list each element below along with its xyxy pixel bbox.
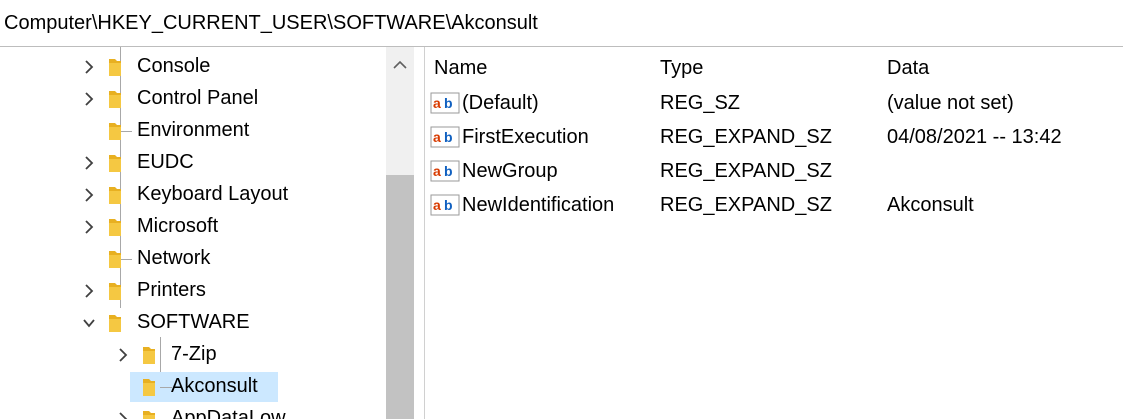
tree-item[interactable]: Akconsult [0,371,380,403]
svg-text:a: a [433,163,441,179]
value-row[interactable]: a b NewIdentification REG_EXPAND_SZ Akconsul… [425,189,1123,221]
tree-item[interactable]: Console [0,51,380,83]
scrollbar-thumb[interactable] [386,175,414,419]
column-header-name[interactable]: Name [434,57,487,80]
tree-item[interactable]: Keyboard Layout [0,179,380,211]
value-row[interactable]: a b (Default) REG_SZ (value not set) [425,87,1123,119]
folder-icon [108,185,122,205]
tree-item-label: Console [137,55,211,77]
value-type: REG_EXPAND_SZ [660,160,832,182]
chevron-right-icon[interactable] [115,347,131,363]
tree-item-label: Control Panel [137,87,259,109]
folder-icon [142,377,156,397]
folder-icon [108,217,122,237]
string-value-icon: ab [430,92,460,114]
tree-item-label: Network [137,247,211,269]
tree-item[interactable]: EUDC [0,147,380,179]
string-value-icon: ab [430,194,460,216]
svg-text:b: b [444,129,453,145]
value-data: (value not set) [887,92,1014,114]
tree-item[interactable]: Printers [0,275,380,307]
tree-item-label: AppDataLow [171,407,286,419]
folder-icon [142,409,156,419]
value-name: FirstExecution [462,126,589,148]
tree-item[interactable]: Network [0,243,380,275]
column-header-data[interactable]: Data [887,57,929,80]
chevron-right-icon[interactable] [81,155,97,171]
folder-icon [108,153,122,173]
tree-item[interactable]: Control Panel [0,83,380,115]
tree-item-label: SOFTWARE [137,311,250,333]
folder-icon [142,345,156,365]
tree-item[interactable]: Environment [0,115,380,147]
tree-item[interactable]: SOFTWARE [0,307,380,339]
chevron-right-icon[interactable] [115,411,131,419]
svg-text:b: b [444,197,453,213]
svg-text:b: b [444,95,453,111]
folder-icon [108,313,122,333]
tree-scrollbar[interactable] [386,47,414,419]
tree-item-label: 7-Zip [171,343,217,365]
folder-icon [108,281,122,301]
address-path[interactable]: Computer\HKEY_CURRENT_USER\SOFTWARE\Akco… [4,12,538,35]
value-name: NewGroup [462,160,558,182]
chevron-right-icon[interactable] [81,59,97,75]
tree-item-label: Akconsult [171,375,258,397]
value-row[interactable]: a b FirstExecution REG_EXPAND_SZ 04/08/2021 … [425,121,1123,153]
folder-icon [108,121,122,141]
tree-item-label: EUDC [137,151,194,173]
tree-item-label: Keyboard Layout [137,183,289,205]
string-value-icon: ab [430,126,460,148]
value-name: (Default) [462,92,539,114]
tree-item[interactable]: 7-Zip [0,339,380,371]
value-row[interactable]: a b NewGroup REG_EXPAND_SZ [425,155,1123,187]
column-header-type[interactable]: Type [660,57,703,80]
scroll-up-arrow-icon[interactable] [392,57,408,75]
chevron-right-icon[interactable] [81,219,97,235]
value-type: REG_EXPAND_SZ [660,194,832,216]
address-bar[interactable]: Computer\HKEY_CURRENT_USER\SOFTWARE\Akco… [0,0,1123,47]
svg-text:a: a [433,197,441,213]
folder-icon [108,57,122,77]
value-data: Akconsult [887,194,974,216]
tree-item[interactable]: Microsoft [0,211,380,243]
value-name: NewIdentification [462,194,615,216]
string-value-icon: ab [430,160,460,182]
values-list[interactable]: Name Type Data a b (Default) REG_SZ (value n… [425,47,1123,419]
svg-text:b: b [444,163,453,179]
tree-item-label: Environment [137,119,250,141]
folder-icon [108,89,122,109]
value-type: REG_EXPAND_SZ [660,126,832,148]
value-type: REG_SZ [660,92,741,114]
chevron-down-icon[interactable] [81,315,97,331]
chevron-right-icon[interactable] [81,283,97,299]
svg-text:a: a [433,95,441,111]
tree-item-label: Printers [137,279,206,301]
folder-icon [108,249,122,269]
value-data: 04/08/2021 -- 13:42 [887,126,1062,148]
tree-item[interactable]: AppDataLow [0,403,380,419]
tree-item-label: Microsoft [137,215,219,237]
chevron-right-icon[interactable] [81,91,97,107]
chevron-right-icon[interactable] [81,187,97,203]
svg-text:a: a [433,129,441,145]
key-tree[interactable]: Console Control Panel Environment EUDC Keybo… [0,47,414,419]
